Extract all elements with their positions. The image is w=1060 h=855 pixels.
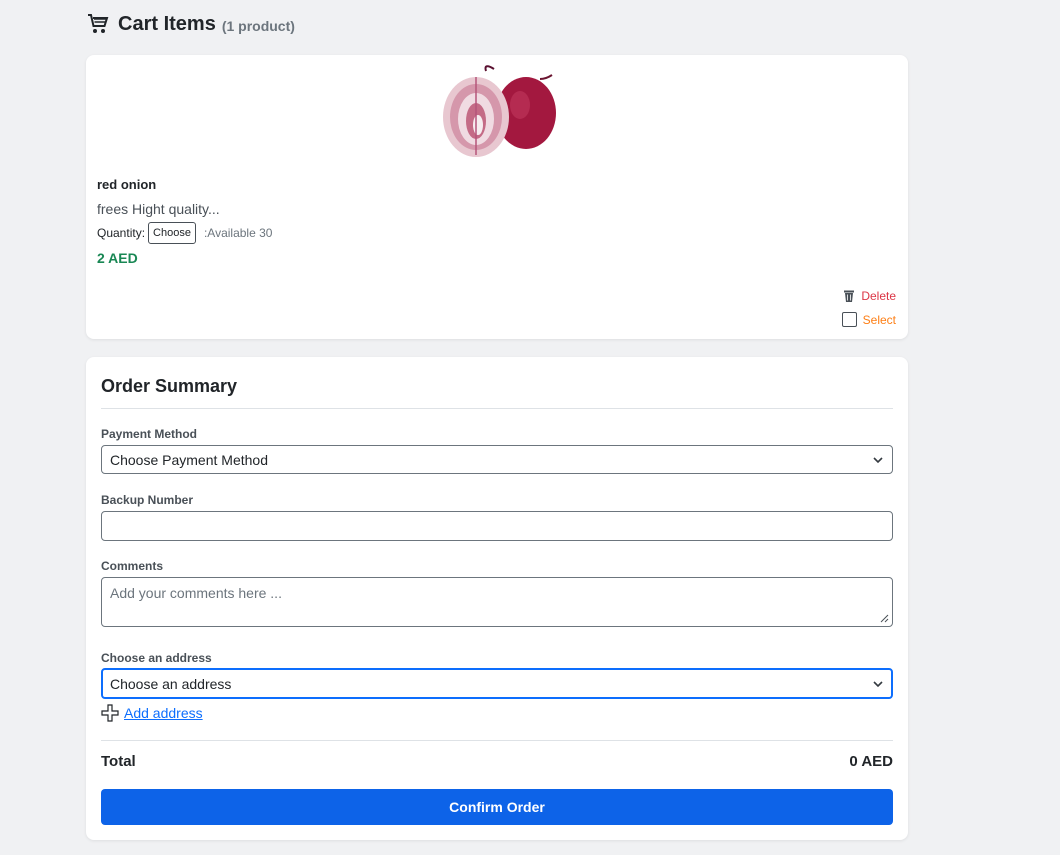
delete-button[interactable]: Delete — [842, 289, 896, 303]
backup-number-input[interactable] — [101, 511, 893, 541]
chevron-down-icon — [873, 680, 883, 687]
add-address-link[interactable]: Add address — [124, 705, 203, 721]
trash-icon — [844, 290, 855, 302]
quantity-row: Quantity: Choose :Available 30 — [97, 222, 272, 244]
summary-title: Order Summary — [101, 376, 238, 396]
plus-icon — [101, 704, 119, 722]
quantity-select[interactable]: Choose — [148, 222, 196, 244]
page-title: Cart Items — [118, 12, 216, 35]
comments-label: Comments — [101, 559, 164, 573]
total-label: Total — [101, 753, 136, 770]
quantity-label: Quantity: — [97, 226, 146, 240]
red-onion-image — [443, 65, 556, 157]
product-count: (1 product) — [221, 17, 295, 34]
payment-method-value: Choose Payment Method — [110, 451, 268, 468]
divider — [101, 740, 893, 741]
divider — [101, 408, 893, 409]
resize-grip-icon[interactable] — [879, 613, 889, 623]
product-price: 2 AED — [97, 250, 138, 266]
confirm-order-button[interactable]: Confirm Order — [101, 789, 893, 825]
shopping-cart-icon — [88, 14, 109, 33]
payment-method-label: Payment Method — [101, 427, 198, 441]
order-summary-card: Order Summary Payment Method Choose Paym… — [86, 357, 908, 840]
address-value: Choose an address — [110, 675, 232, 692]
available-stock: :Available 30 — [203, 226, 273, 240]
address-select[interactable]: Choose an address — [101, 668, 893, 699]
total-value: 0 AED — [849, 753, 893, 770]
address-label: Choose an address — [101, 651, 212, 665]
chevron-down-icon — [873, 456, 883, 463]
product-card: red onion frees Hight quality... Quantit… — [86, 55, 908, 339]
backup-number-label: Backup Number — [101, 493, 194, 507]
comments-placeholder: Add your comments here ... — [110, 585, 282, 601]
select-label: Select — [862, 312, 896, 327]
select-checkbox[interactable]: Select — [841, 312, 896, 327]
cart-header: Cart Items (1 product) — [86, 12, 295, 36]
add-address-row[interactable]: Add address — [101, 704, 203, 722]
delete-label: Delete — [861, 289, 896, 303]
product-description: frees Hight quality... — [97, 201, 220, 217]
comments-textarea[interactable]: Add your comments here ... — [101, 577, 893, 627]
product-name: red onion — [97, 177, 157, 192]
payment-method-select[interactable]: Choose Payment Method — [101, 445, 893, 474]
checkbox-icon[interactable] — [841, 312, 857, 327]
